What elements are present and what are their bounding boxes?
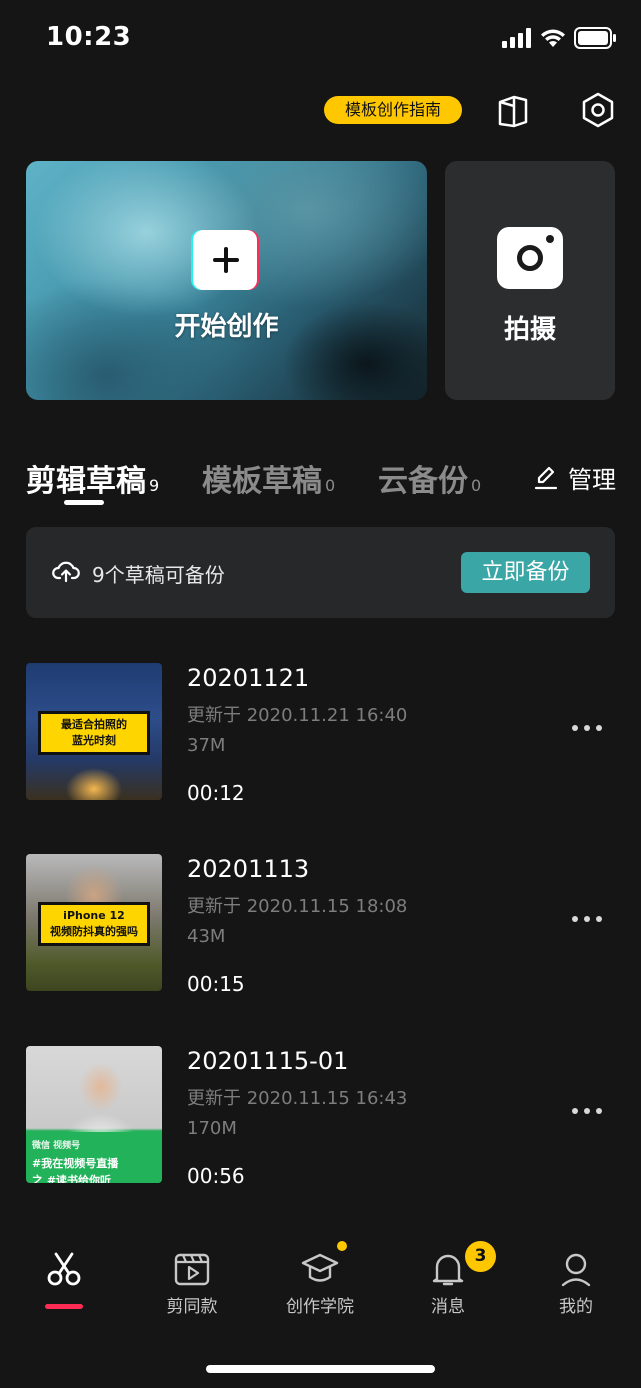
shoot-label: 拍摄 xyxy=(503,315,556,345)
tutorial-book-icon[interactable] xyxy=(494,92,532,130)
scissors-icon xyxy=(47,1252,81,1286)
draft-size: 170M xyxy=(187,1118,237,1139)
draft-item[interactable]: 最适合拍照的 蓝光时刻 20201121 更新于 2020.11.21 16:4… xyxy=(26,663,615,805)
more-options-icon[interactable] xyxy=(570,1106,604,1116)
draft-size: 43M xyxy=(187,926,226,947)
camera-icon xyxy=(497,227,563,289)
tab-count: 0 xyxy=(471,476,482,495)
wifi-icon xyxy=(541,29,565,47)
settings-icon[interactable] xyxy=(580,92,616,128)
tab-count: 0 xyxy=(325,476,336,495)
battery-icon xyxy=(574,27,616,49)
nav-label: 创作学院 xyxy=(286,1297,354,1317)
edit-pencil-icon xyxy=(534,466,558,490)
template-video-icon xyxy=(174,1253,210,1286)
tab-label: 模板草稿 xyxy=(202,464,322,499)
tab-count: 9 xyxy=(149,476,160,495)
thumbnail-caption: iPhone 12 视频防抖真的强吗 xyxy=(38,902,150,946)
bell-icon xyxy=(432,1254,464,1286)
draft-thumbnail: iPhone 12 视频防抖真的强吗 xyxy=(26,854,162,991)
profile-icon xyxy=(561,1253,591,1287)
tab-label: 剪辑草稿 xyxy=(26,464,146,499)
active-tab-indicator xyxy=(64,500,104,505)
nav-academy[interactable]: 创作学院 xyxy=(270,1228,370,1317)
nav-active-indicator xyxy=(45,1304,83,1309)
template-guide-button[interactable]: 模板创作指南 xyxy=(324,96,462,124)
start-creating-label: 开始创作 xyxy=(174,312,279,342)
nav-label: 消息 xyxy=(431,1297,465,1317)
cellular-signal-icon xyxy=(502,28,531,48)
message-count-badge: 3 xyxy=(465,1241,496,1272)
draft-item[interactable]: iPhone 12 视频防抖真的强吗 20201113 更新于 2020.11.… xyxy=(26,854,615,996)
plus-icon xyxy=(191,230,259,290)
thumbnail-caption: 最适合拍照的 蓝光时刻 xyxy=(38,711,150,755)
draft-updated-time: 更新于 2020.11.15 18:08 xyxy=(187,896,408,917)
nav-template[interactable]: 剪同款 xyxy=(142,1228,242,1317)
draft-updated-time: 更新于 2020.11.21 16:40 xyxy=(187,705,408,726)
shoot-card[interactable]: 拍摄 xyxy=(445,161,615,400)
cloud-upload-icon xyxy=(52,561,80,583)
draft-duration: 00:15 xyxy=(187,972,245,996)
nav-label: 剪同款 xyxy=(166,1297,218,1317)
more-options-icon[interactable] xyxy=(570,914,604,924)
backup-message: 9个草稿可备份 xyxy=(92,563,225,587)
nav-label: 我的 xyxy=(559,1297,593,1317)
home-indicator[interactable] xyxy=(206,1365,435,1373)
draft-title: 20201115-01 xyxy=(187,1047,349,1075)
draft-item[interactable]: 微信 视频号 #我在视频号直播 之 #读书给你听 20201115-01 更新于… xyxy=(26,1046,615,1188)
start-creating-card[interactable]: 开始创作 xyxy=(26,161,427,400)
status-time: 10:23 xyxy=(46,22,132,52)
academy-notification-dot xyxy=(337,1241,347,1251)
draft-updated-time: 更新于 2020.11.15 16:43 xyxy=(187,1088,408,1109)
thumbnail-caption: 微信 视频号 #我在视频号直播 之 #读书给你听 xyxy=(26,1132,162,1183)
nav-profile[interactable]: 我的 xyxy=(526,1228,626,1317)
tab-label: 云备份 xyxy=(378,464,468,499)
draft-duration: 00:56 xyxy=(187,1164,245,1188)
bottom-nav: 剪同款 创作学院 消息 我的 xyxy=(0,1228,641,1328)
manage-button[interactable]: 管理 xyxy=(534,462,616,494)
tab-template-drafts[interactable]: 模板草稿 0 xyxy=(202,456,335,500)
tab-edit-drafts[interactable]: 剪辑草稿 9 xyxy=(26,456,159,500)
backup-banner: 9个草稿可备份 立即备份 xyxy=(26,527,615,618)
draft-duration: 00:12 xyxy=(187,781,245,805)
manage-label: 管理 xyxy=(568,465,616,494)
graduation-cap-icon xyxy=(301,1253,339,1282)
draft-title: 20201113 xyxy=(187,855,310,883)
draft-title: 20201121 xyxy=(187,664,310,692)
more-options-icon[interactable] xyxy=(570,723,604,733)
draft-size: 37M xyxy=(187,735,226,756)
nav-edit[interactable] xyxy=(14,1228,114,1292)
status-bar: 10:23 xyxy=(0,0,641,80)
draft-thumbnail: 最适合拍照的 蓝光时刻 xyxy=(26,663,162,800)
backup-now-button[interactable]: 立即备份 xyxy=(461,552,590,593)
draft-thumbnail: 微信 视频号 #我在视频号直播 之 #读书给你听 xyxy=(26,1046,162,1183)
tab-cloud-backup[interactable]: 云备份 0 xyxy=(378,456,481,500)
